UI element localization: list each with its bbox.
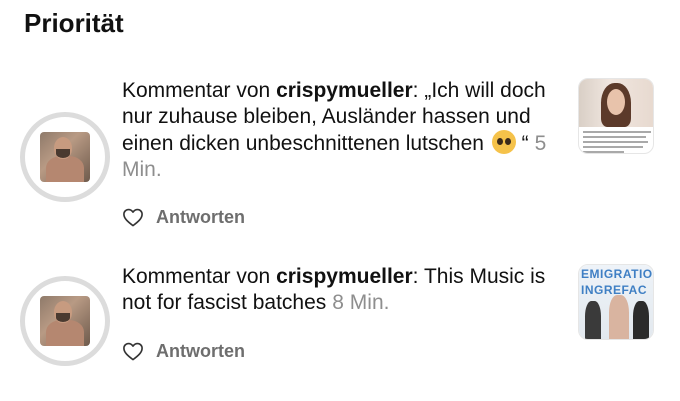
section-title: Priorität: [24, 8, 124, 38]
pleading-face-emoji: [491, 130, 516, 154]
comment-text-end: “: [515, 132, 529, 155]
avatar-photo: [40, 132, 90, 182]
post-thumbnail[interactable]: EMIGRATIO INGREFAC: [578, 264, 654, 340]
reply-row: Antworten: [122, 339, 245, 363]
avatar-photo: [40, 296, 90, 346]
notification-item[interactable]: Kommentar von crispymueller: „Ich will d…: [0, 78, 680, 248]
notification-prefix: Kommentar von: [122, 79, 277, 102]
thumbnail-photo: [579, 79, 653, 127]
post-thumbnail[interactable]: [578, 78, 654, 154]
thumbnail-person: [585, 301, 601, 339]
notification-prefix: Kommentar von: [122, 265, 277, 288]
reply-button[interactable]: Antworten: [156, 207, 245, 228]
thumbnail-banner-text: EMIGRATIO: [581, 267, 653, 281]
notification-item[interactable]: Kommentar von crispymueller: This Music …: [0, 262, 680, 382]
thumbnail-person: [609, 295, 629, 339]
heart-outline-icon[interactable]: [122, 207, 144, 227]
avatar[interactable]: [20, 112, 110, 202]
notification-text[interactable]: Kommentar von crispymueller: This Music …: [122, 264, 562, 316]
reply-row: Antworten: [122, 205, 245, 229]
avatar[interactable]: [20, 276, 110, 366]
timestamp: 8 Min.: [332, 291, 390, 314]
thumbnail-caption-lines: [583, 131, 651, 153]
thumbnail-person: [633, 301, 649, 339]
reply-button[interactable]: Antworten: [156, 341, 245, 362]
heart-outline-icon[interactable]: [122, 341, 144, 361]
notification-text[interactable]: Kommentar von crispymueller: „Ich will d…: [122, 78, 562, 183]
username[interactable]: crispymueller: [276, 265, 413, 288]
username[interactable]: crispymueller: [276, 79, 413, 102]
